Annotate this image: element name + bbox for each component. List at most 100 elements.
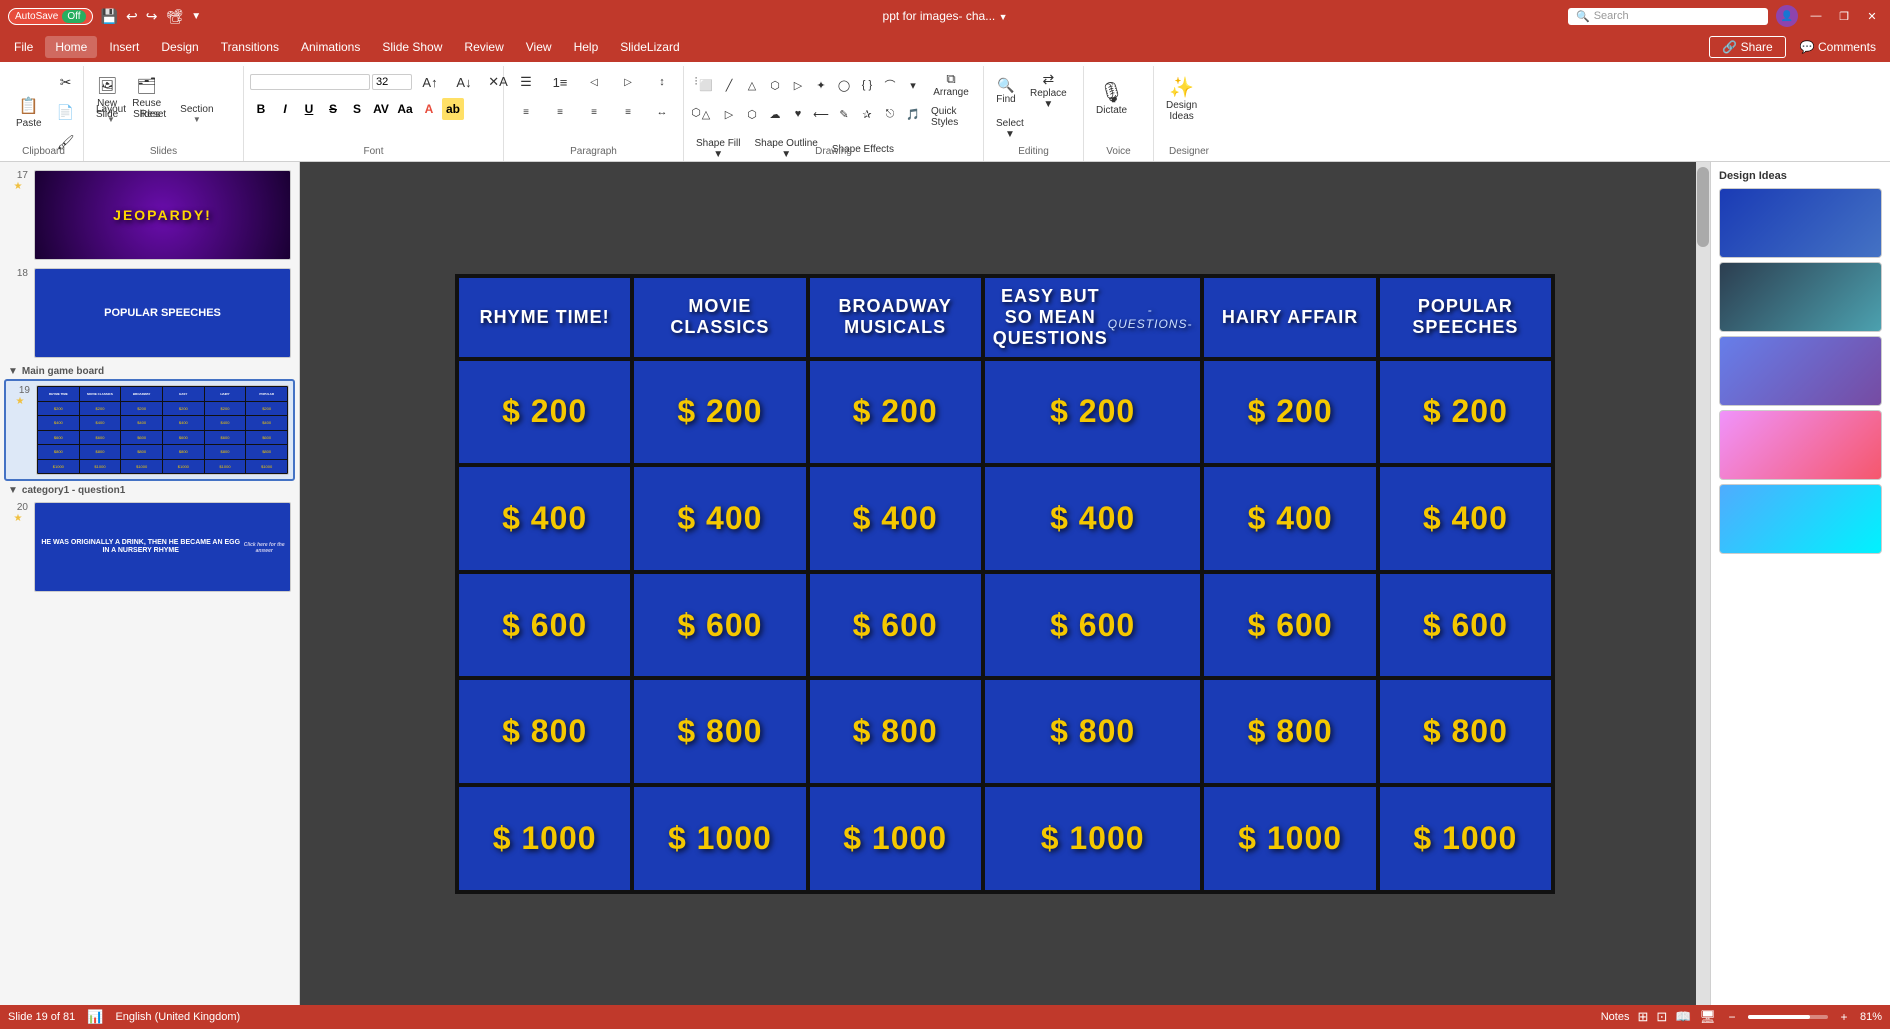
font-decrease-button[interactable]: A↓ — [448, 68, 480, 96]
jeopardy-cell-r4-c5[interactable]: $ 1000 — [1380, 787, 1551, 890]
slide-sorter-icon[interactable]: ⊡ — [1656, 1009, 1667, 1025]
strikethrough-button[interactable]: S — [322, 98, 344, 120]
dropdown-arrow[interactable]: ▼ — [999, 12, 1008, 22]
jeopardy-header-4[interactable]: HAIRY AFFAIR — [1204, 278, 1375, 357]
select-button[interactable]: Select ▼ — [990, 115, 1030, 143]
menu-help[interactable]: Help — [564, 36, 609, 58]
dropdown-icon[interactable]: ▼ — [191, 11, 201, 22]
section-button[interactable]: Section ▼ — [174, 100, 219, 128]
change-case-button[interactable]: Aa — [394, 98, 416, 120]
menu-review[interactable]: Review — [454, 36, 513, 58]
bullets-button[interactable]: ☰ — [510, 68, 542, 96]
search-bar[interactable]: 🔍 Search — [1568, 8, 1768, 25]
align-right-button[interactable]: ≡ — [578, 98, 610, 126]
menu-slidelizard[interactable]: SlideLizard — [610, 36, 689, 58]
jeopardy-cell-r2-c3[interactable]: $ 600 — [985, 574, 1201, 677]
jeopardy-cell-r0-c4[interactable]: $ 200 — [1204, 361, 1375, 464]
restore-button[interactable]: ❐ — [1834, 6, 1854, 26]
paste-button[interactable]: 📋 Paste — [10, 82, 48, 142]
presenter-view-icon[interactable]: 🖥 — [1699, 1009, 1716, 1025]
bold-button[interactable]: B — [250, 98, 272, 120]
jeopardy-cell-r0-c2[interactable]: $ 200 — [810, 361, 981, 464]
zoom-out-button[interactable]: − — [1724, 1009, 1740, 1025]
reset-button[interactable]: Reset — [134, 100, 172, 128]
vertical-scrollbar[interactable] — [1696, 162, 1710, 1005]
menu-view[interactable]: View — [516, 36, 562, 58]
zoom-in-button[interactable]: + — [1836, 1009, 1852, 1025]
close-button[interactable]: ✕ — [1862, 6, 1882, 26]
highlight-button[interactable]: ab — [442, 98, 464, 120]
scrollbar-thumb[interactable] — [1697, 167, 1709, 247]
jeopardy-cell-r4-c4[interactable]: $ 1000 — [1204, 787, 1375, 890]
autosave-toggle[interactable]: Off — [62, 10, 85, 23]
italic-button[interactable]: I — [274, 98, 296, 120]
slide-item-18[interactable]: 18 ★ POPULAR SPEECHES — [4, 264, 295, 362]
notes-button[interactable]: Notes — [1601, 1011, 1630, 1023]
zoom-bar[interactable] — [1748, 1015, 1828, 1019]
increase-indent-button[interactable]: ▷ — [612, 68, 644, 96]
normal-view-icon[interactable]: ⊞ — [1637, 1009, 1648, 1025]
zoom-level[interactable]: 81% — [1860, 1011, 1882, 1023]
numbering-button[interactable]: 1≡ — [544, 68, 576, 96]
font-increase-button[interactable]: A↑ — [414, 68, 446, 96]
underline-button[interactable]: U — [298, 98, 320, 120]
minimize-button[interactable]: — — [1806, 6, 1826, 26]
font-family-input[interactable] — [250, 74, 370, 90]
jeopardy-cell-r1-c1[interactable]: $ 400 — [634, 467, 805, 570]
design-idea-5[interactable] — [1719, 484, 1882, 554]
decrease-indent-button[interactable]: ◁ — [578, 68, 610, 96]
jeopardy-cell-r1-c0[interactable]: $ 400 — [459, 467, 630, 570]
line-spacing-button[interactable]: ↕ — [646, 68, 678, 96]
jeopardy-cell-r2-c4[interactable]: $ 600 — [1204, 574, 1375, 677]
jeopardy-cell-r1-c5[interactable]: $ 400 — [1380, 467, 1551, 570]
jeopardy-cell-r0-c0[interactable]: $ 200 — [459, 361, 630, 464]
arrange-button[interactable]: ⧉ Arrange — [925, 68, 977, 101]
slide-thumb-17[interactable]: JEOPARDY! — [34, 170, 291, 260]
jeopardy-header-0[interactable]: RHYME TIME! — [459, 278, 630, 357]
find-button[interactable]: 🔍 Find — [990, 74, 1022, 108]
slide-item-20[interactable]: 20 ★ HE WAS ORIGINALLY A DRINK, THEN HE … — [4, 498, 295, 596]
align-left-button[interactable]: ≡ — [510, 98, 542, 126]
jeopardy-cell-r2-c5[interactable]: $ 600 — [1380, 574, 1551, 677]
avatar[interactable]: 👤 — [1776, 5, 1798, 27]
share-button[interactable]: 🔗 Share — [1709, 36, 1785, 58]
design-idea-3[interactable] — [1719, 336, 1882, 406]
design-idea-1[interactable] — [1719, 188, 1882, 258]
slide-item-17[interactable]: 17 ★ JEOPARDY! — [4, 166, 295, 264]
quick-styles-button[interactable]: Quick Styles — [925, 103, 977, 131]
menu-home[interactable]: Home — [45, 36, 97, 58]
jeopardy-cell-r2-c0[interactable]: $ 600 — [459, 574, 630, 677]
menu-transitions[interactable]: Transitions — [211, 36, 289, 58]
autosave-badge[interactable]: AutoSave Off — [8, 8, 93, 25]
design-idea-4[interactable] — [1719, 410, 1882, 480]
justify-button[interactable]: ≡ — [612, 98, 644, 126]
save-icon[interactable]: 💾 — [101, 8, 118, 25]
design-idea-2[interactable] — [1719, 262, 1882, 332]
redo-icon[interactable]: ↪ — [146, 8, 158, 25]
jeopardy-cell-r0-c5[interactable]: $ 200 — [1380, 361, 1551, 464]
font-size-input[interactable] — [372, 74, 412, 90]
canvas-area[interactable]: RHYME TIME!MOVIE CLASSICSBROADWAY MUSICA… — [300, 162, 1710, 1005]
slide-thumb-20[interactable]: HE WAS ORIGINALLY A DRINK, THEN HE BECAM… — [34, 502, 291, 592]
copy-button[interactable]: 📄 — [50, 98, 82, 126]
slide-canvas[interactable]: RHYME TIME!MOVIE CLASSICSBROADWAY MUSICA… — [455, 274, 1555, 894]
layout-button[interactable]: Layout ▼ — [90, 100, 132, 128]
slide-thumb-19[interactable]: RHYME TIME MOVIE CLASSICS BROADWAY EASY … — [36, 385, 289, 475]
jeopardy-cell-r4-c1[interactable]: $ 1000 — [634, 787, 805, 890]
jeopardy-cell-r3-c4[interactable]: $ 800 — [1204, 680, 1375, 783]
slide-item-19[interactable]: 19 ★ RHYME TIME MOVIE CLASSICS BROADWAY … — [4, 379, 295, 481]
menu-file[interactable]: File — [4, 36, 43, 58]
reading-view-icon[interactable]: 📖 — [1675, 1009, 1691, 1025]
jeopardy-cell-r4-c3[interactable]: $ 1000 — [985, 787, 1201, 890]
jeopardy-header-1[interactable]: MOVIE CLASSICS — [634, 278, 805, 357]
jeopardy-header-5[interactable]: POPULAR SPEECHES — [1380, 278, 1551, 357]
jeopardy-header-2[interactable]: BROADWAY MUSICALS — [810, 278, 981, 357]
jeopardy-cell-r3-c3[interactable]: $ 800 — [985, 680, 1201, 783]
replace-button[interactable]: ⇄ Replace ▼ — [1024, 68, 1073, 113]
jeopardy-cell-r2-c2[interactable]: $ 600 — [810, 574, 981, 677]
jeopardy-header-3[interactable]: EASY BUT SO MEAN QUESTIONS-QUESTIONS- — [985, 278, 1201, 357]
design-ideas-button[interactable]: ✨ Design Ideas — [1160, 68, 1203, 128]
jeopardy-cell-r1-c4[interactable]: $ 400 — [1204, 467, 1375, 570]
present-icon[interactable]: 📽 — [165, 8, 183, 25]
jeopardy-cell-r1-c2[interactable]: $ 400 — [810, 467, 981, 570]
